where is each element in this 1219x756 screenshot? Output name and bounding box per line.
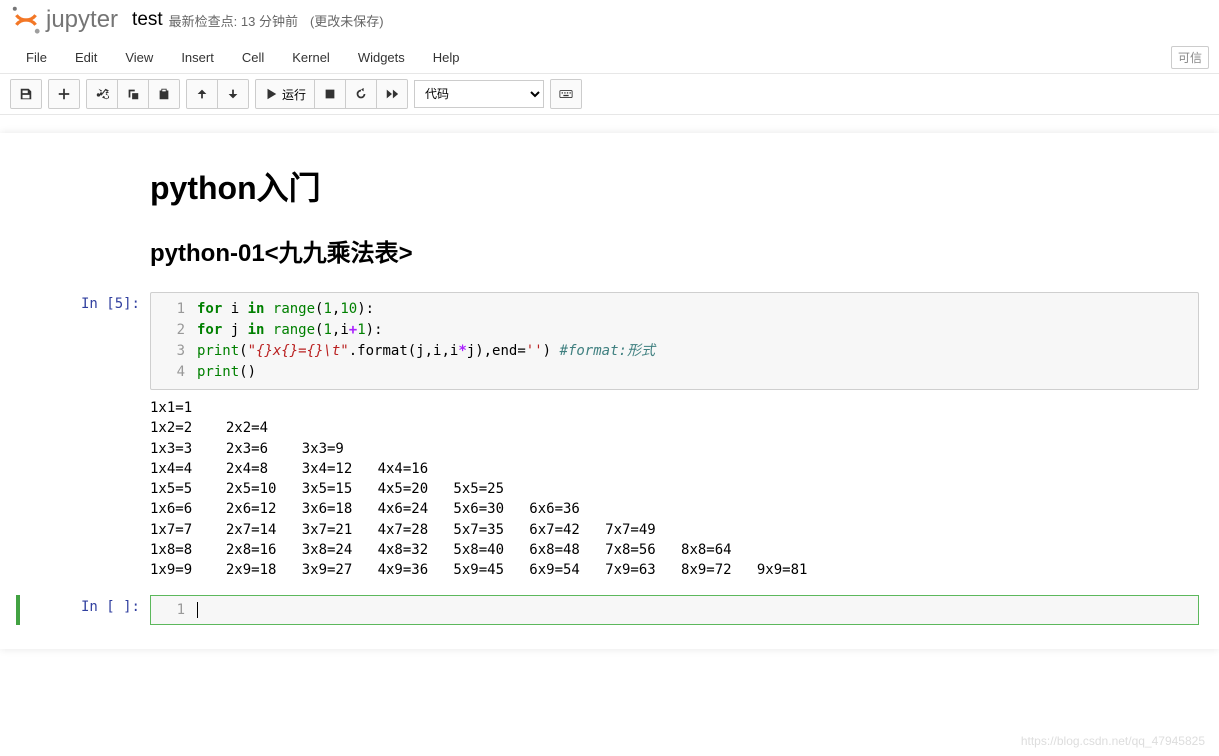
celltype-select[interactable]: 代码 bbox=[414, 80, 544, 108]
checkpoint-status: 最新检查点: 13 分钟前 bbox=[169, 11, 298, 30]
text-cursor bbox=[197, 602, 198, 618]
add-cell-button[interactable] bbox=[49, 80, 79, 108]
menu-widgets[interactable]: Widgets bbox=[344, 44, 419, 71]
arrow-up-icon bbox=[195, 87, 209, 101]
markdown-h1: python入门 bbox=[150, 163, 1199, 209]
interrupt-button[interactable] bbox=[315, 80, 346, 108]
input-prompt-empty: In [ ]: bbox=[20, 595, 150, 625]
markdown-h2: python-01<九九乘法表> bbox=[150, 233, 1199, 268]
plus-icon bbox=[57, 87, 71, 101]
toolbar: 运行 代码 bbox=[0, 74, 1219, 115]
input-prompt: In [5]: bbox=[20, 292, 150, 585]
notebook-name[interactable]: test bbox=[132, 9, 163, 31]
move-down-button[interactable] bbox=[218, 80, 248, 108]
run-button[interactable]: 运行 bbox=[256, 80, 315, 108]
markdown-cell[interactable]: python入门 python-01<九九乘法表> bbox=[20, 163, 1199, 282]
refresh-icon bbox=[354, 87, 368, 101]
menubar: File Edit View Insert Cell Kernel Widget… bbox=[0, 42, 1219, 74]
paste-button[interactable] bbox=[149, 80, 179, 108]
restart-run-all-button[interactable] bbox=[377, 80, 407, 108]
save-button[interactable] bbox=[11, 80, 41, 108]
copy-icon bbox=[126, 87, 140, 101]
menu-file[interactable]: File bbox=[12, 44, 61, 71]
jupyter-logo[interactable]: jupyter bbox=[10, 4, 118, 36]
menu-cell[interactable]: Cell bbox=[228, 44, 278, 71]
scissors-icon bbox=[95, 87, 109, 101]
save-icon bbox=[19, 87, 33, 101]
prompt-empty bbox=[20, 163, 150, 282]
code-output: 1x1=1 1x2=2 2x2=4 1x3=3 2x3=6 3x3=9 1x4=… bbox=[150, 390, 1199, 585]
copy-button[interactable] bbox=[118, 80, 149, 108]
restart-button[interactable] bbox=[346, 80, 377, 108]
play-icon bbox=[264, 87, 278, 101]
menu-edit[interactable]: Edit bbox=[61, 44, 111, 71]
notebook-header: jupyter test 最新检查点: 13 分钟前 (更改未保存) bbox=[0, 0, 1219, 42]
logo-text: jupyter bbox=[46, 6, 118, 34]
notebook-container: python入门 python-01<九九乘法表> In [5]: 1for i… bbox=[0, 133, 1219, 649]
menu-view[interactable]: View bbox=[111, 44, 167, 71]
unsaved-status: (更改未保存) bbox=[310, 11, 384, 30]
menu-insert[interactable]: Insert bbox=[167, 44, 228, 71]
cut-button[interactable] bbox=[87, 80, 118, 108]
move-up-button[interactable] bbox=[187, 80, 218, 108]
keyboard-icon bbox=[559, 87, 573, 101]
fast-forward-icon bbox=[385, 87, 399, 101]
watermark: https://blog.csdn.net/qq_47945825 bbox=[1021, 734, 1205, 748]
menu-kernel[interactable]: Kernel bbox=[278, 44, 344, 71]
jupyter-logo-icon bbox=[10, 4, 42, 36]
arrow-down-icon bbox=[226, 87, 240, 101]
trusted-indicator[interactable]: 可信 bbox=[1171, 46, 1209, 69]
paste-icon bbox=[157, 87, 171, 101]
code-cell-empty[interactable]: In [ ]: 1 bbox=[16, 595, 1199, 625]
code-input-area-empty[interactable]: 1 bbox=[150, 595, 1199, 625]
stop-icon bbox=[323, 87, 337, 101]
code-input-area[interactable]: 1for i in range(1,10):2 for j in range(1… bbox=[150, 292, 1199, 390]
code-cell-5[interactable]: In [5]: 1for i in range(1,10):2 for j in… bbox=[20, 292, 1199, 585]
menu-help[interactable]: Help bbox=[419, 44, 474, 71]
command-palette-button[interactable] bbox=[551, 80, 581, 108]
